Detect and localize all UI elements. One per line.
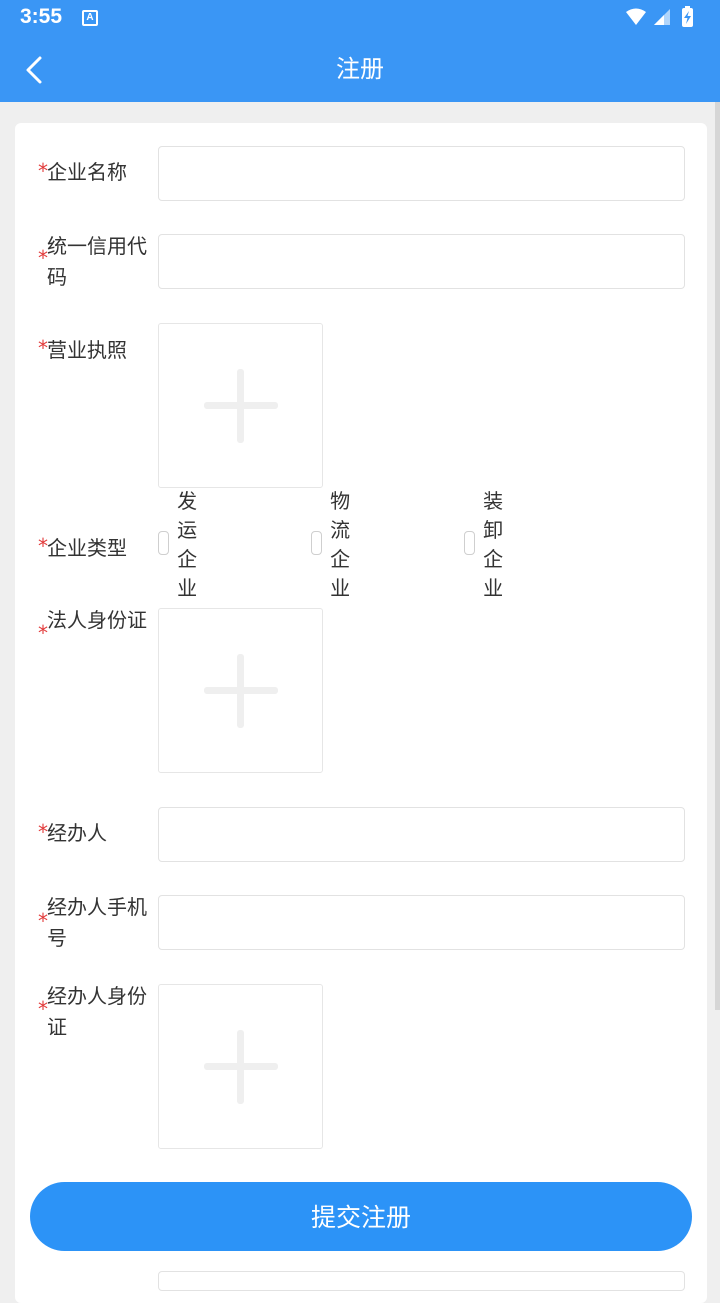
- agent-name-label: 经办人: [47, 821, 107, 845]
- plus-icon: [204, 369, 278, 443]
- status-bar: 3:55 A: [0, 0, 720, 36]
- page-title: 注册: [336, 55, 384, 83]
- company-name-input[interactable]: [158, 146, 685, 201]
- legal-id-label: 法人身份证: [47, 608, 147, 632]
- business-license-label: 营业执照: [47, 338, 127, 362]
- checkbox-label: 装卸企业: [483, 489, 504, 600]
- legal-id-upload[interactable]: [158, 608, 323, 773]
- agent-id-label: 经办人身份证: [47, 984, 147, 1039]
- checkbox[interactable]: [464, 531, 476, 555]
- chevron-left-icon: [26, 56, 42, 84]
- next-field-input[interactable]: [158, 1271, 685, 1291]
- registration-form: * 企业名称 * 统一信用代码 * 营业执照 * 企业类型 发运企业 物流企业 …: [15, 123, 707, 1303]
- plus-icon: [204, 1030, 278, 1104]
- back-button[interactable]: [12, 48, 56, 92]
- checkbox-label: 发运企业: [177, 489, 198, 600]
- checkbox[interactable]: [311, 531, 323, 555]
- status-icons: [626, 6, 693, 27]
- plus-icon: [204, 654, 278, 728]
- business-license-upload[interactable]: [158, 323, 323, 488]
- credit-code-input[interactable]: [158, 234, 685, 289]
- scrollbar[interactable]: [715, 102, 720, 1010]
- agent-phone-input[interactable]: [158, 895, 685, 950]
- app-bar: 注册: [0, 36, 720, 102]
- option-logistics-company[interactable]: 物流企业: [311, 489, 363, 600]
- agent-name-input[interactable]: [158, 807, 685, 862]
- checkbox-label: 物流企业: [330, 489, 351, 600]
- checkbox[interactable]: [158, 531, 170, 555]
- agent-phone-label: 经办人手机号: [47, 895, 147, 950]
- company-type-label: 企业类型: [47, 536, 127, 560]
- agent-id-upload[interactable]: [158, 984, 323, 1149]
- company-name-label: 企业名称: [47, 160, 127, 184]
- notification-badge-icon: A: [82, 10, 98, 26]
- option-loading-company[interactable]: 装卸企业: [464, 489, 516, 600]
- wifi-icon: [626, 8, 646, 25]
- submit-registration-button[interactable]: 提交注册: [30, 1182, 692, 1251]
- status-time: 3:55: [20, 5, 63, 28]
- option-shipping-company[interactable]: 发运企业: [158, 489, 210, 600]
- credit-code-label: 统一信用代码: [47, 234, 147, 289]
